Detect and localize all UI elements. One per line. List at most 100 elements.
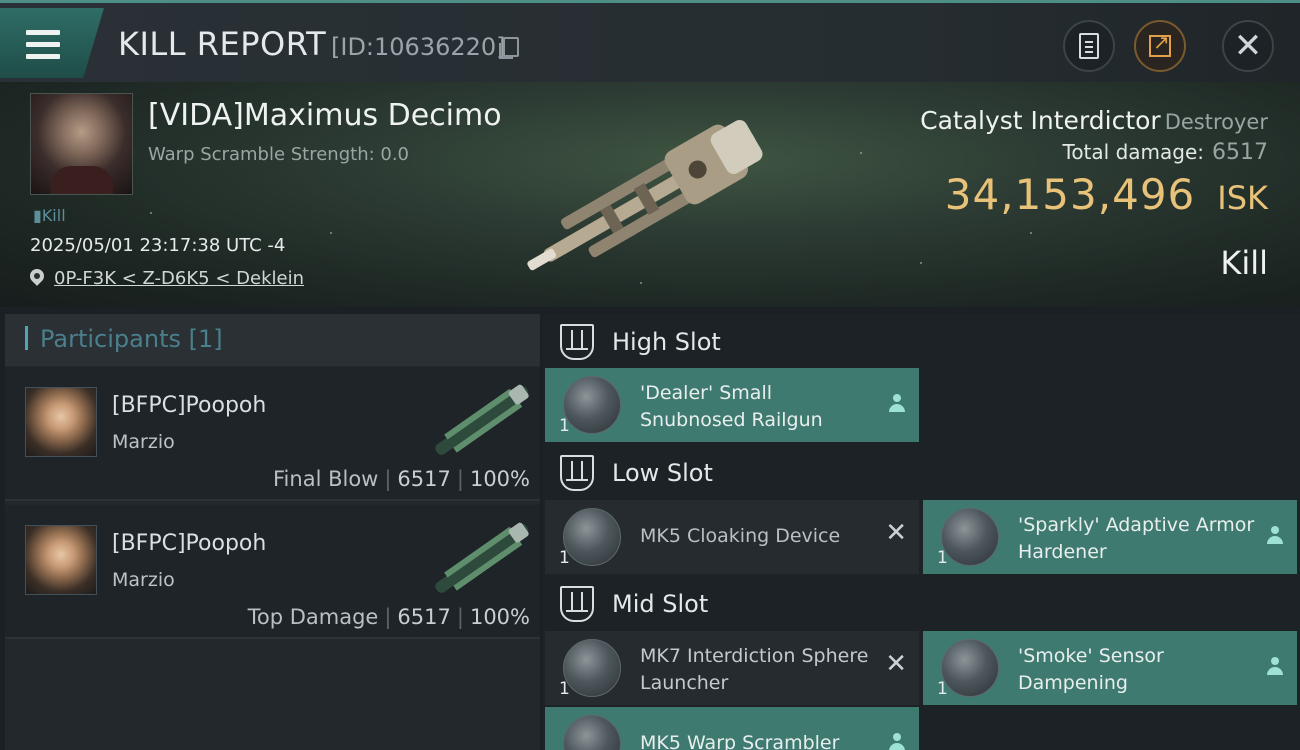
page-title: KILL REPORT [118,25,327,63]
railgun-icon [563,376,621,434]
armor-hardener-icon [941,508,999,566]
clipboard-button[interactable] [1063,20,1115,72]
module-quantity: 1 [559,679,570,699]
star [330,232,332,234]
pilot-icon [889,394,905,414]
star [1030,232,1032,234]
participant-name: [BFPC]Poopoh [112,393,267,418]
module-item[interactable]: MK5 Warp Scrambler [545,707,919,750]
participant-corp: Marzio [112,569,175,591]
participant-stat-label: Top Damage [247,605,379,629]
victim-ship-image[interactable] [500,112,800,282]
location-row: 0P-F3K < Z-D6K5 < Deklein [30,266,304,290]
module-quantity: 1 [937,679,948,699]
location-pin-icon [30,269,44,287]
participant-corp: Marzio [112,431,175,453]
isk-value: 34,153,496 [944,170,1196,219]
module-name: 'Smoke' Sensor Dampening [1018,645,1164,694]
close-button[interactable]: ✕ [1222,20,1274,72]
participant-name: [BFPC]Poopoh [112,531,267,556]
kill-tag-label: Kill [41,206,66,225]
high-slot-header: High Slot [543,316,1300,368]
warp-scramble-strength: Warp Scramble Strength: 0.0 [148,144,410,165]
participant-ship-image[interactable] [423,383,539,459]
module-item[interactable]: 1 'Smoke' Sensor Dampening [923,631,1297,705]
high-slot-title: High Slot [612,328,721,356]
slot-shield-icon [560,324,594,360]
hamburger-icon [26,30,62,60]
module-name: MK5 Warp Scrambler [640,732,840,750]
cloaking-device-icon [563,508,621,566]
module-item[interactable]: 1 'Dealer' Small Snubnosed Railgun [545,368,919,442]
clipboard-icon [1079,33,1099,59]
participants-header: Participants [1] [5,314,540,366]
interdiction-launcher-icon [563,639,621,697]
participant-row[interactable]: [BFPC]Poopoh Marzio Final Blow | 6517 | 100% [5,367,540,501]
victim-avatar[interactable] [30,93,133,195]
participant-ship-image[interactable] [423,521,539,597]
slot-shield-icon [560,586,594,622]
ship-name-row: Catalyst Interdictor Destroyer [920,106,1268,135]
report-id: [ID:10636220] [331,33,506,61]
star [860,152,862,154]
close-icon: ✕ [1233,26,1263,66]
star [920,262,922,264]
mid-slot-header: Mid Slot [543,578,1300,630]
kill-datetime: 2025/05/01 23:17:38 UTC -4 [30,235,286,256]
participant-damage: 6517 [397,467,451,491]
total-damage-row: Total damage: 6517 [1063,140,1269,165]
slot-shield-icon [560,455,594,491]
module-quantity: 1 [937,548,948,568]
top-bar: KILL REPORT [ID:10636220] ✕ [0,0,1300,82]
low-slot-title: Low Slot [612,459,713,487]
isk-value-row: 34,153,496 ISK [945,170,1268,219]
participant-row[interactable]: [BFPC]Poopoh Marzio Top Damage | 6517 | 100% [5,505,540,639]
star [150,212,152,214]
kill-result-label: Kill [1220,244,1268,282]
participant-percent: 100% [469,467,530,491]
victim-banner: [VIDA]Maximus Decimo Warp Scramble Stren… [0,82,1300,307]
location-link[interactable]: 0P-F3K < Z-D6K5 < Deklein [54,268,304,289]
ship-class: Destroyer [1164,110,1268,134]
victim-name[interactable]: [VIDA]Maximus Decimo [148,98,502,133]
participant-avatar[interactable] [25,525,97,595]
module-name: 'Dealer' Small Snubnosed Railgun [640,382,823,431]
total-damage-label: Total damage: [1062,140,1205,164]
module-quantity: 1 [559,548,570,568]
header-accent-bar [25,326,28,350]
pilot-icon [889,733,905,750]
mid-slot-title: Mid Slot [612,590,709,618]
participants-title: Participants [1] [40,325,223,353]
participant-stat-label: Final Blow [273,467,379,491]
share-icon [1149,30,1171,57]
sensor-dampener-icon [941,639,999,697]
module-item[interactable]: 1 MK5 Cloaking Device ✕ [545,500,919,574]
kill-tag: ▮Kill [33,206,66,225]
participant-damage: 6517 [397,605,451,629]
ship-name[interactable]: Catalyst Interdictor [920,106,1161,135]
pilot-icon [1267,657,1283,677]
module-quantity: 1 [559,416,570,436]
warp-scrambler-icon [563,715,621,750]
module-item[interactable]: 1 MK7 Interdiction Sphere Launcher ✕ [545,631,919,705]
copy-icon[interactable] [499,37,519,59]
low-slot-header: Low Slot [543,447,1300,499]
participant-percent: 100% [469,605,530,629]
participant-avatar[interactable] [25,387,97,457]
destroyed-x-icon: ✕ [885,649,907,679]
destroyed-x-icon: ✕ [885,518,907,548]
module-name: 'Sparkly' Adaptive Armor Hardener [1018,514,1255,563]
module-name: MK5 Cloaking Device [640,525,841,547]
participant-stats: Final Blow | 6517 | 100% [273,467,530,491]
fittings-panel: High Slot 1 'Dealer' Small Snubnosed Rai… [543,314,1300,750]
isk-unit: ISK [1217,179,1268,217]
module-item[interactable]: 1 'Sparkly' Adaptive Armor Hardener [923,500,1297,574]
participants-panel: Participants [1] [BFPC]Poopoh Marzio Fin… [5,314,540,750]
pilot-icon [1267,526,1283,546]
participant-stats: Top Damage | 6517 | 100% [247,605,530,629]
total-damage-value: 6517 [1212,140,1268,165]
menu-button[interactable] [0,8,104,78]
star [640,282,642,284]
module-name: MK7 Interdiction Sphere Launcher [640,645,869,694]
share-button[interactable] [1134,20,1186,72]
